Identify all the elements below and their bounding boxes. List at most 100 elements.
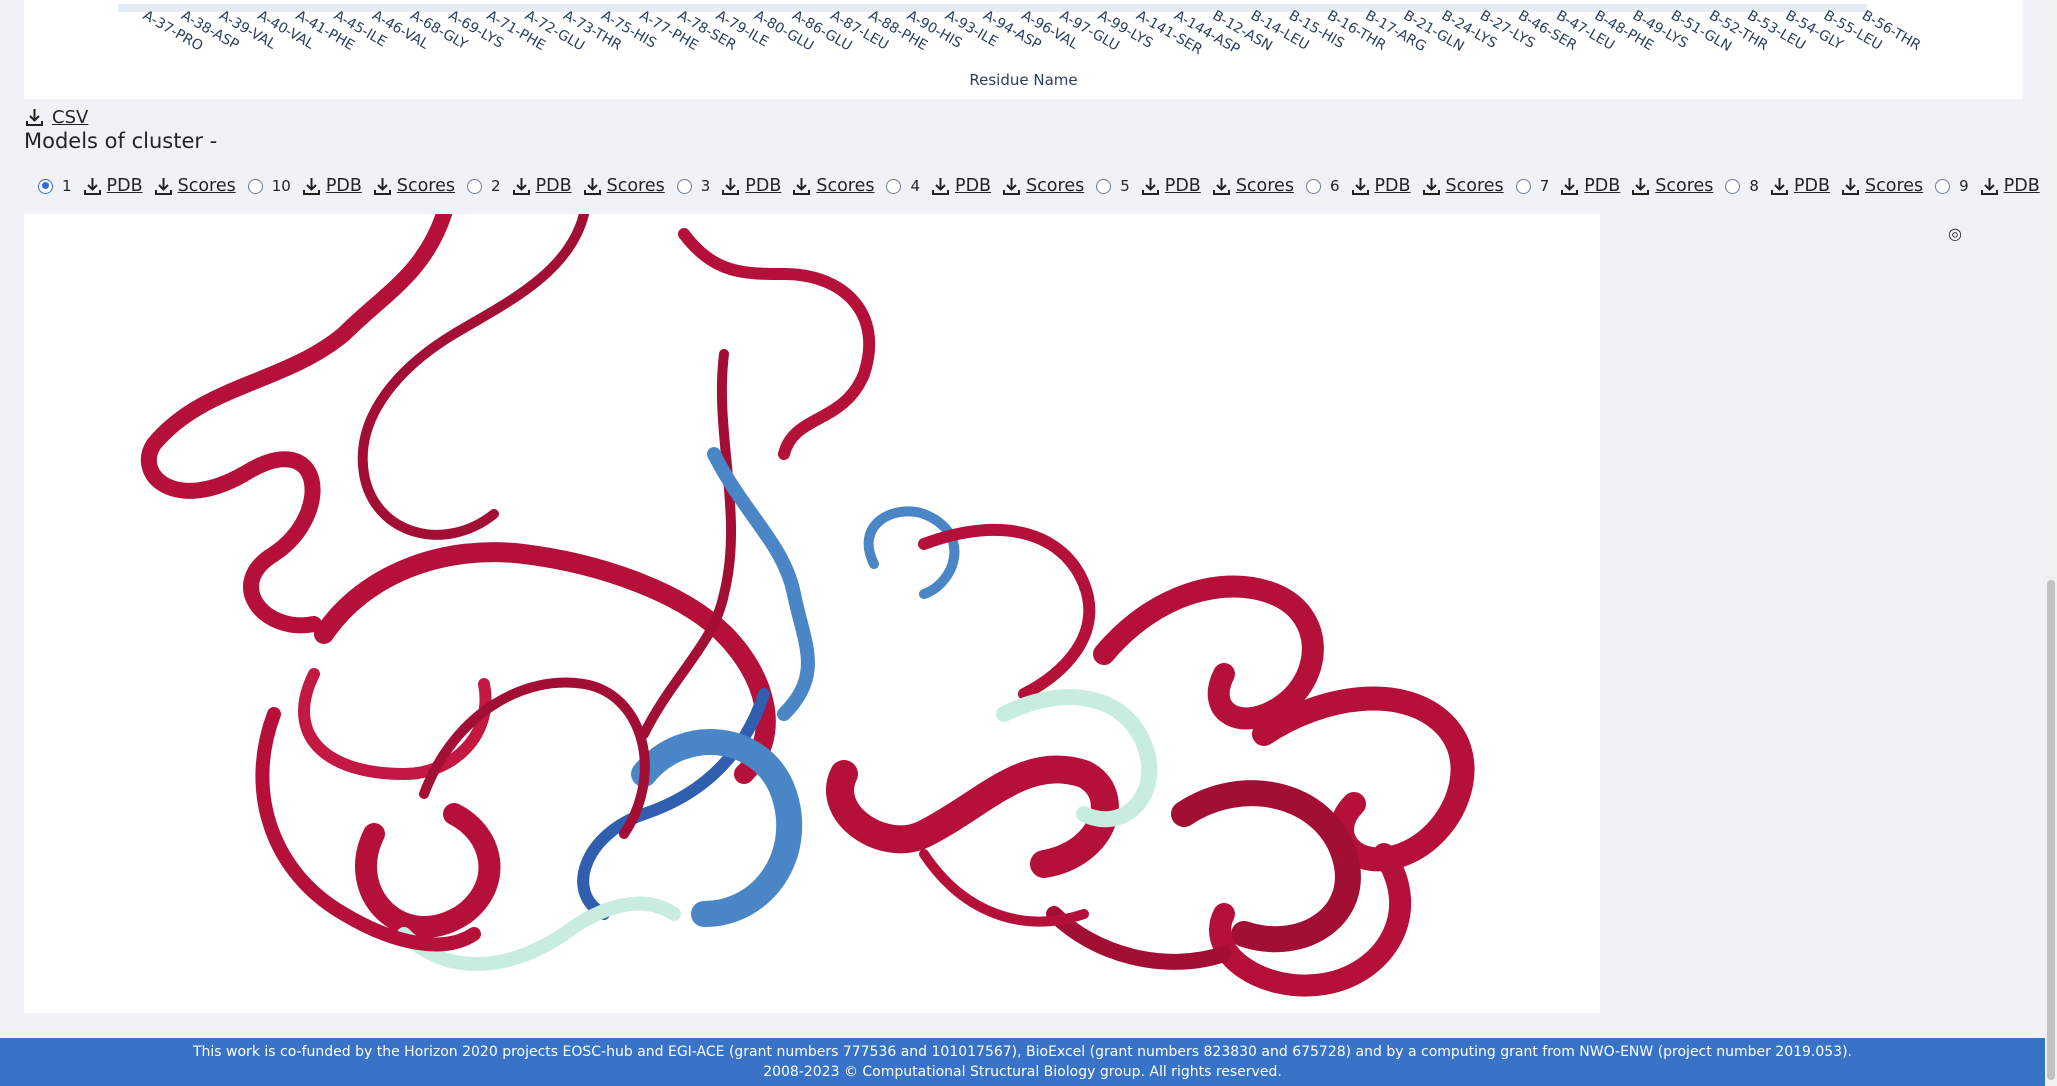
scores-link-label: Scores <box>1655 176 1714 196</box>
chart-x-axis: A-37-PROA-38-ASPA-39-VALA-40-VALA-41-PHE… <box>118 4 1924 58</box>
model-radio[interactable] <box>1096 178 1112 194</box>
pdb-link-label: PDB <box>1164 176 1201 196</box>
download-icon <box>930 176 951 197</box>
footer-funding-text: This work is co-funded by the Horizon 20… <box>192 1044 1852 1060</box>
scores-link-label: Scores <box>1235 176 1294 196</box>
download-icon <box>1559 176 1580 197</box>
model-number: 8 <box>1749 177 1759 195</box>
scores-download-link[interactable]: Scores <box>1211 176 1294 197</box>
pdb-download-link[interactable]: PDB <box>1769 176 1830 197</box>
model-number: 9 <box>1959 177 1969 195</box>
model-option: 8 PDB Scores <box>1725 176 1935 197</box>
model-option: 5 PDB Scores <box>1096 176 1306 197</box>
scores-link-label: Scores <box>1445 176 1504 196</box>
scores-download-link[interactable]: Scores <box>1001 176 1084 197</box>
scores-link-label: Scores <box>177 176 236 196</box>
pdb-download-link[interactable]: PDB <box>511 176 572 197</box>
download-icon <box>1140 176 1161 197</box>
pdb-download-link[interactable]: PDB <box>1140 176 1201 197</box>
target-icon[interactable]: ◎ <box>1946 225 1964 243</box>
pdb-download-link[interactable]: PDB <box>1979 176 2040 197</box>
scores-link-label: Scores <box>606 176 665 196</box>
pdb-link-label: PDB <box>535 176 572 196</box>
download-icon <box>582 176 603 197</box>
download-icon <box>720 176 741 197</box>
model-number: 3 <box>700 177 711 195</box>
pdb-link-label: PDB <box>745 176 782 196</box>
download-icon <box>1840 176 1861 197</box>
scores-link-label: Scores <box>816 176 875 196</box>
scores-download-link[interactable]: Scores <box>372 176 455 197</box>
pdb-download-link[interactable]: PDB <box>720 176 781 197</box>
model-number: 1 <box>62 177 72 195</box>
scores-link-label: Scores <box>1026 176 1085 196</box>
csv-download-link[interactable]: CSV <box>24 107 88 128</box>
scores-download-link[interactable]: Scores <box>1630 176 1713 197</box>
scores-download-link[interactable]: Scores <box>153 176 236 197</box>
download-icon <box>153 176 174 197</box>
model-radio[interactable] <box>247 178 263 194</box>
scores-download-link[interactable]: Scores <box>791 176 874 197</box>
model-radio[interactable] <box>1515 178 1531 194</box>
scores-download-link[interactable]: Scores <box>582 176 665 197</box>
model-radio[interactable] <box>38 178 53 194</box>
model-radio[interactable] <box>1725 178 1741 194</box>
model-radio[interactable] <box>886 178 902 194</box>
download-icon <box>1421 176 1442 197</box>
pdb-download-link[interactable]: PDB <box>930 176 991 197</box>
model-number: 4 <box>910 177 921 195</box>
model-radio[interactable] <box>467 178 483 194</box>
scrollbar-thumb[interactable] <box>2047 580 2055 1080</box>
model-option: 10 PDB Scores <box>247 176 467 197</box>
download-icon <box>791 176 812 197</box>
pdb-link-label: PDB <box>1793 176 1831 196</box>
download-icon <box>301 176 322 197</box>
model-number: 7 <box>1539 177 1550 195</box>
pdb-download-link[interactable]: PDB <box>1350 176 1411 197</box>
scores-download-link[interactable]: Scores <box>1421 176 1504 197</box>
csv-link-label: CSV <box>52 107 89 128</box>
model-number: 10 <box>271 177 291 195</box>
chart-x-axis-title: Residue Name <box>969 71 1078 89</box>
footer-copyright: 2008-2023 © Computational Structural Bio… <box>763 1064 1282 1080</box>
pdb-link-label: PDB <box>955 176 992 196</box>
pdb-download-link[interactable]: PDB <box>301 176 362 197</box>
molecule-viewer[interactable] <box>24 214 1600 1013</box>
download-icon <box>511 176 532 197</box>
model-number: 2 <box>491 177 501 195</box>
contacts-chart: A-37-PRO A-38-ASP A-39-VAL A-40-VAL A-41-PHE… <box>24 0 2023 99</box>
download-icon <box>82 176 103 197</box>
pdb-link-label: PDB <box>2003 176 2040 196</box>
scores-download-link[interactable]: Scores <box>1840 176 1923 197</box>
page-scrollbar[interactable] <box>2045 0 2057 1086</box>
section-title: Models of cluster - <box>24 129 218 153</box>
download-icon <box>1630 176 1651 197</box>
download-icon <box>1769 176 1790 197</box>
pdb-download-link[interactable]: PDB <box>82 176 143 197</box>
model-option: 1 PDB Scores <box>38 176 248 197</box>
download-icon <box>1001 176 1022 197</box>
download-icon <box>1979 176 2000 197</box>
model-option: 9PDBScores <box>1935 176 2057 197</box>
model-radio[interactable] <box>1935 178 1951 194</box>
model-option: 3 PDB Scores <box>676 176 887 197</box>
footer: This work is co-funded by the Horizon 20… <box>0 1038 2045 1086</box>
model-option: 6 PDB Scores <box>1305 176 1516 197</box>
scores-link-label: Scores <box>1865 176 1924 196</box>
pdb-link-label: PDB <box>106 176 143 196</box>
model-number: 5 <box>1120 177 1130 195</box>
model-radio[interactable] <box>1305 178 1321 194</box>
pdb-link-label: PDB <box>1374 176 1411 196</box>
models-selector: 1 PDB Scores 10 PDB Scores 2 PDB Scores 3 PDB Score… <box>38 173 2057 199</box>
scores-link-label: Scores <box>396 176 456 196</box>
download-icon <box>372 176 393 197</box>
protein-ribbon-render <box>141 214 1475 997</box>
download-icon <box>1350 176 1371 197</box>
model-number: 6 <box>1329 177 1340 195</box>
model-option: 7 PDB Scores <box>1515 176 1726 197</box>
model-radio[interactable] <box>676 178 692 194</box>
pdb-link-label: PDB <box>325 176 362 196</box>
pdb-download-link[interactable]: PDB <box>1559 176 1620 197</box>
download-icon <box>1211 176 1232 197</box>
model-option: 4 PDB Scores <box>886 176 1096 197</box>
